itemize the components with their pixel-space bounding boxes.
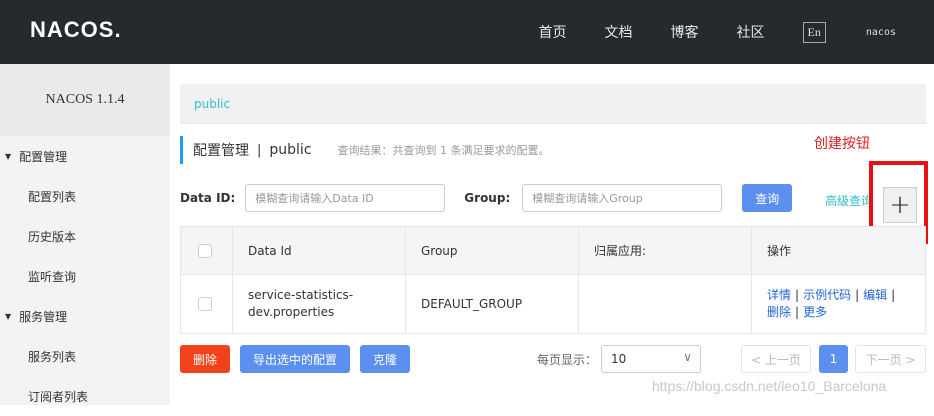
next-page-button[interactable]: 下一页 > bbox=[855, 345, 926, 373]
delete-link[interactable]: 删除 bbox=[767, 305, 791, 319]
dataid-line: service-statistics- bbox=[248, 288, 354, 302]
row-select-cell bbox=[181, 275, 233, 333]
group-search-input[interactable]: 模糊查询请输入Group bbox=[522, 184, 723, 212]
language-switch[interactable]: En bbox=[802, 21, 826, 43]
page-title-namespace: public bbox=[269, 142, 312, 158]
user-menu[interactable]: nacos bbox=[866, 27, 896, 38]
table-row: service-statistics- dev.properties DEFAU… bbox=[181, 275, 925, 333]
namespace-bar: public bbox=[180, 84, 926, 124]
sidebar-group-label: 服务管理 bbox=[19, 309, 68, 324]
sidebar-item-service-list[interactable]: 服务列表 bbox=[0, 336, 170, 376]
page-size-value: 10 bbox=[611, 352, 627, 366]
cell-dataid: service-statistics- dev.properties bbox=[233, 275, 406, 333]
table-header: Data Id Group 归属应用: 操作 bbox=[181, 227, 925, 275]
config-table: Data Id Group 归属应用: 操作 service-statistic… bbox=[180, 226, 926, 334]
page-1-button[interactable]: 1 bbox=[819, 345, 848, 373]
batch-delete-button[interactable]: 删除 bbox=[180, 345, 230, 373]
dataid-line: dev.properties bbox=[248, 305, 335, 319]
sidebar-item-listener-query[interactable]: 监听查询 bbox=[0, 256, 170, 296]
title-separator: | bbox=[257, 142, 262, 158]
sidebar: NACOS 1.1.4 ▼ 配置管理 配置列表 历史版本 监听查询 ▼ 服务管理… bbox=[0, 64, 170, 405]
dataid-label: Data ID: bbox=[180, 191, 236, 205]
nav-community[interactable]: 社区 bbox=[737, 22, 765, 42]
sidebar-item-subscribers[interactable]: 订阅者列表 bbox=[0, 376, 170, 416]
column-header-actions: 操作 bbox=[767, 244, 792, 258]
expand-triangle-icon: ▼ bbox=[5, 311, 12, 321]
nav-docs[interactable]: 文档 bbox=[605, 22, 633, 42]
column-header-dataid[interactable]: Data Id bbox=[233, 227, 406, 274]
dataid-search-input[interactable]: 模糊查询请输入Data ID bbox=[245, 184, 446, 212]
export-selected-button[interactable]: 导出选中的配置 bbox=[240, 345, 350, 373]
nacos-logo[interactable]: NACOS. bbox=[30, 17, 122, 43]
sidebar-group-config[interactable]: ▼ 配置管理 bbox=[0, 136, 170, 176]
version-label: NACOS 1.1.4 bbox=[0, 64, 170, 136]
cell-group: DEFAULT_GROUP bbox=[406, 275, 579, 333]
prev-page-button[interactable]: < 上一页 bbox=[741, 345, 811, 373]
cell-app bbox=[579, 275, 752, 333]
select-all-checkbox[interactable] bbox=[198, 243, 212, 258]
watermark: https://blog.csdn.net/leo10_Barcelona bbox=[652, 378, 887, 394]
column-header-group[interactable]: Group bbox=[406, 227, 579, 274]
create-button-annotation: 创建按钮 bbox=[814, 136, 870, 152]
details-link[interactable]: 详情 bbox=[767, 288, 791, 302]
row-checkbox[interactable] bbox=[198, 297, 212, 311]
sample-code-link[interactable]: 示例代码 bbox=[803, 288, 851, 302]
namespace-tab-public[interactable]: public bbox=[194, 97, 230, 111]
top-nav: 首页 文档 博客 社区 En nacos bbox=[539, 0, 934, 64]
advanced-query-link[interactable]: 高级查询 bbox=[825, 192, 873, 209]
more-link[interactable]: 更多 bbox=[803, 305, 827, 319]
nav-home[interactable]: 首页 bbox=[539, 22, 567, 42]
page-title-text: 配置管理 bbox=[193, 143, 249, 159]
add-config-button[interactable]: + bbox=[883, 187, 917, 223]
page-size-label: 每页显示： bbox=[537, 353, 598, 367]
clone-button[interactable]: 克隆 bbox=[360, 345, 410, 373]
nav-blog[interactable]: 博客 bbox=[671, 22, 699, 42]
sidebar-group-service[interactable]: ▼ 服务管理 bbox=[0, 296, 170, 336]
sidebar-group-label: 配置管理 bbox=[19, 149, 68, 164]
sidebar-item-config-list[interactable]: 配置列表 bbox=[0, 176, 170, 216]
column-header-app[interactable]: 归属应用: bbox=[579, 227, 752, 274]
page-title: 配置管理 | public 查询结果：共查询到 1 条满足要求的配置。 bbox=[180, 136, 550, 164]
select-all-cell bbox=[181, 227, 233, 274]
plus-icon: + bbox=[889, 190, 911, 220]
query-result-hint: 查询结果：共查询到 1 条满足要求的配置。 bbox=[337, 144, 550, 157]
cell-actions: 详情 | 示例代码 | 编辑 | 删除 | 更多 bbox=[767, 288, 896, 319]
query-button[interactable]: 查询 bbox=[742, 184, 793, 212]
chevron-down-icon: ∨ bbox=[683, 350, 692, 364]
edit-link[interactable]: 编辑 bbox=[863, 288, 887, 302]
search-bar: Data ID: 模糊查询请输入Data ID Group: 模糊查询请输入Gr… bbox=[180, 184, 793, 212]
page-size-select[interactable]: 10 ∨ bbox=[601, 345, 701, 373]
top-navbar: NACOS. 首页 文档 博客 社区 En nacos bbox=[0, 0, 934, 64]
expand-triangle-icon: ▼ bbox=[5, 151, 12, 161]
sidebar-item-history[interactable]: 历史版本 bbox=[0, 216, 170, 256]
group-label: Group: bbox=[464, 191, 511, 205]
